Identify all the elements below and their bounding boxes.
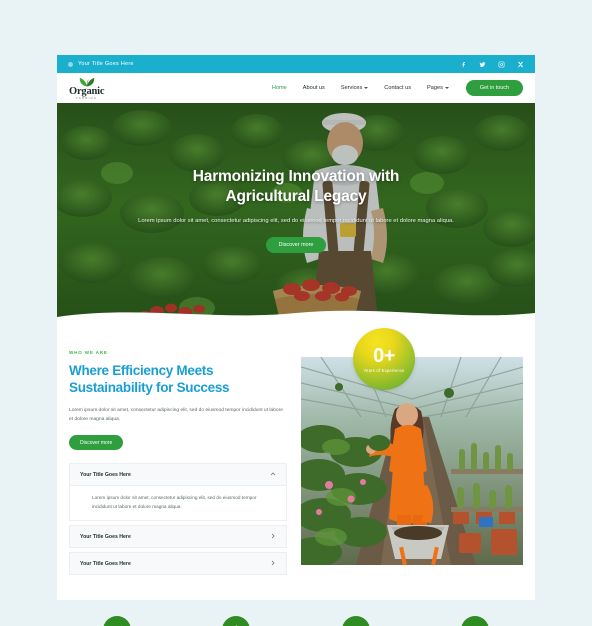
chevron-up-icon (270, 471, 276, 479)
hero-wave-divider (57, 307, 535, 328)
badge-number: 0+ (373, 344, 395, 367)
nav-label: Pages (427, 85, 443, 91)
nav-item-home[interactable]: Home (264, 85, 295, 91)
facebook-icon[interactable] (459, 60, 467, 68)
chevron-right-icon (270, 533, 276, 541)
logo-tagline: FARMING (76, 97, 98, 100)
nav-item-services[interactable]: Services (333, 85, 376, 91)
accordion-header-2[interactable]: Your Title Goes Here (69, 525, 287, 548)
social-links (459, 60, 524, 68)
logo-wordmark: Organic (69, 86, 105, 97)
feature-circle-3[interactable] (341, 616, 370, 626)
accordion-header-3[interactable]: Your Title Goes Here (69, 552, 287, 575)
top-announcement-bar: Your Title Goes Here (57, 55, 535, 73)
feature-circle-2[interactable] (222, 616, 251, 626)
about-heading-line-1: Where Efficiency Meets (69, 363, 214, 378)
announcement-text: Your Title Goes Here (78, 61, 134, 67)
about-section: WHO WE ARE Where Efficiency Meets Sustai… (57, 328, 535, 579)
feature-circle-row (57, 616, 535, 626)
accordion: Your Title Goes Here Lorem ipsum dolor s… (69, 463, 287, 575)
instagram-icon[interactable] (497, 60, 505, 68)
badge-label: Years of Experience (363, 367, 405, 373)
about-eyebrow: WHO WE ARE (69, 350, 108, 355)
hero-title-line-2: Agricultural Legacy (225, 188, 367, 205)
announcement-group: Your Title Goes Here (68, 61, 134, 67)
page-root: Your Title Goes Here Organic FARMING Hom… (0, 0, 592, 626)
hero-section: Harmonizing Innovation with Agricultural… (57, 103, 535, 328)
bullet-icon (68, 61, 73, 67)
hero-content: Harmonizing Innovation with Agricultural… (57, 167, 535, 253)
chevron-down-icon (364, 87, 369, 89)
accordion-title: Your Title Goes Here (80, 533, 131, 540)
hero-discover-more-button[interactable]: Discover more (265, 237, 327, 253)
about-heading: Where Efficiency Meets Sustainability fo… (69, 363, 287, 396)
about-left-column: WHO WE ARE Where Efficiency Meets Sustai… (69, 350, 301, 579)
nav-label: About us (302, 85, 325, 91)
get-in-touch-button[interactable]: Get in touch (465, 80, 523, 96)
accordion-item: Your Title Goes Here Lorem ipsum dolor s… (69, 463, 287, 521)
about-discover-more-button[interactable]: Discover more (69, 435, 124, 451)
accordion-title: Your Title Goes Here (80, 471, 131, 478)
accordion-item: Your Title Goes Here (69, 525, 287, 548)
accordion-item: Your Title Goes Here (69, 552, 287, 575)
accordion-body-1: Lorem ipsum dolor sit amet, consectetur … (69, 486, 287, 521)
about-heading-line-2: Sustainability for Success (69, 379, 230, 395)
greenhouse-image (301, 357, 523, 565)
hero-title: Harmonizing Innovation with Agricultural… (117, 167, 475, 207)
feature-circle-4[interactable] (461, 616, 490, 626)
leaf-logo-icon (78, 76, 96, 87)
nav-label: Services (340, 85, 363, 91)
years-of-experience-badge: 0+ Years of Experience (353, 328, 415, 390)
x-icon[interactable] (516, 60, 524, 68)
hero-title-line-1: Harmonizing Innovation with (192, 168, 400, 185)
accordion-header-1[interactable]: Your Title Goes Here (69, 463, 287, 487)
feature-icons-strip (0, 600, 592, 626)
about-inner: WHO WE ARE Where Efficiency Meets Sustai… (57, 328, 535, 579)
main-navigation: Home About us Services Contact us Pages … (264, 80, 523, 96)
chevron-down-icon (444, 87, 449, 89)
nav-label: Home (271, 85, 287, 91)
twitter-icon[interactable] (478, 60, 486, 68)
website-frame: Your Title Goes Here Organic FARMING Hom… (57, 55, 535, 600)
nav-label: Contact us (384, 85, 412, 91)
accordion-title: Your Title Goes Here (80, 560, 131, 567)
hero-subtitle: Lorem ipsum dolor sit amet, consectetur … (138, 218, 454, 224)
about-paragraph: Lorem ipsum dolor sit amet, consectetur … (69, 408, 283, 422)
accordion-body-text: Lorem ipsum dolor sit amet, consectetur … (92, 495, 257, 509)
chevron-right-icon (270, 560, 276, 568)
site-logo[interactable]: Organic FARMING (69, 76, 105, 100)
nav-item-about-us[interactable]: About us (295, 85, 333, 91)
feature-circle-1[interactable] (102, 616, 131, 626)
site-header: Organic FARMING Home About us Services C… (57, 73, 535, 103)
nav-item-pages[interactable]: Pages (419, 85, 457, 91)
nav-item-contact-us[interactable]: Contact us (376, 85, 419, 91)
about-right-column: 0+ Years of Experience (301, 328, 523, 579)
